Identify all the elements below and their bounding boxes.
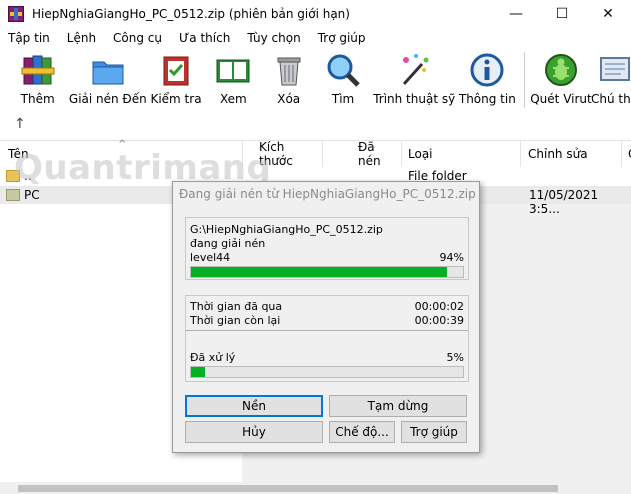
operation-status: đang giải nén [190, 237, 266, 250]
remaining-label: Thời gian còn lại [190, 314, 281, 327]
folder-icon [6, 189, 20, 201]
extraction-progress-dialog: Đang giải nén từ HiepNghiaGiangHo_PC_051… [172, 181, 480, 453]
menu-favorites[interactable]: Ưa thích [171, 31, 239, 45]
menu-tools[interactable]: Công cụ [105, 31, 171, 45]
pause-button[interactable]: Tạm dừng [329, 395, 467, 417]
window-title: HiepNghiaGiangHo_PC_0512.zip (phiên bản … [32, 7, 350, 21]
horizontal-scrollbar[interactable] [0, 482, 631, 494]
virus-scan-button[interactable]: Quét Virut [530, 50, 592, 110]
item-modified: 11/05/2021 3:5... [529, 188, 599, 216]
wizard-label: Trình thuật sỹ [373, 92, 456, 106]
extract-folder-icon [90, 52, 126, 88]
maximize-button[interactable]: ☐ [539, 0, 585, 28]
title-bar: HiepNghiaGiangHo_PC_0512.zip (phiên bản … [0, 0, 631, 28]
overall-progress-bar [190, 366, 464, 378]
menu-file[interactable]: Tập tin [0, 31, 59, 45]
mode-button[interactable]: Chế độ... [329, 421, 395, 443]
current-progress-fill [191, 267, 447, 277]
processed-percent: 5% [446, 351, 464, 364]
find-label: Tìm [331, 92, 355, 106]
wizard-button[interactable]: Trình thuật sỹ [372, 50, 457, 110]
menu-bar: Tập tin Lệnh Công cụ Ưa thích Tùy chọn T… [0, 28, 631, 48]
current-progress-bar [190, 266, 464, 278]
menu-commands[interactable]: Lệnh [59, 31, 105, 45]
overall-progress-fill [191, 367, 205, 377]
menu-options[interactable]: Tùy chọn [239, 31, 309, 45]
toolbar: Thêm Giải nén Đến Kiểm tra Xem Xóa Tìm T… [0, 50, 631, 114]
add-button[interactable]: Thêm [8, 50, 67, 110]
magnifier-icon [325, 52, 361, 88]
current-file-panel: G:\HiepNghiaGiangHo_PC_0512.zip đang giả… [185, 217, 469, 280]
delete-button[interactable]: Xóa [263, 50, 314, 110]
comment-button[interactable]: Chú th [591, 50, 631, 110]
column-modified[interactable]: Chỉnh sửa [520, 141, 622, 167]
cancel-button[interactable]: Hủy [185, 421, 323, 443]
add-books-icon [20, 52, 56, 88]
comment-icon [597, 52, 631, 88]
elapsed-label: Thời gian đã qua [190, 300, 283, 313]
processed-label: Đã xử lý [190, 351, 236, 364]
add-label: Thêm [20, 92, 55, 106]
menu-help[interactable]: Trợ giúp [310, 31, 375, 45]
view-button[interactable]: Xem [204, 50, 263, 110]
test-button[interactable]: Kiểm tra [148, 50, 203, 110]
toolbar-separator [523, 52, 525, 108]
column-crc[interactable]: C [620, 141, 631, 167]
virus-scan-icon [543, 52, 579, 88]
test-clipboard-icon [158, 52, 194, 88]
current-item: level44 [190, 251, 231, 264]
comment-label: Chú th [590, 92, 631, 106]
trash-icon [271, 52, 307, 88]
find-button[interactable]: Tìm [314, 50, 371, 110]
test-label: Kiểm tra [150, 92, 202, 106]
elapsed-value: 00:00:02 [414, 300, 464, 313]
info-label: Thông tin [458, 92, 516, 106]
extract-to-label: Giải nén Đến [68, 92, 147, 106]
info-button[interactable]: Thông tin [457, 50, 518, 110]
view-label: Xem [219, 92, 247, 106]
column-packed[interactable]: Đã nén [350, 140, 402, 168]
panel-divider [186, 330, 468, 331]
remaining-value: 00:00:39 [414, 314, 464, 327]
current-percent: 94% [439, 251, 464, 264]
overall-panel: Thời gian đã qua 00:00:02 Thời gian còn … [185, 295, 469, 382]
dialog-title: Đang giải nén từ HiepNghiaGiangHo_PC_051… [179, 187, 476, 201]
help-button[interactable]: Trợ giúp [401, 421, 467, 443]
minimize-button[interactable]: — [493, 0, 539, 28]
delete-label: Xóa [277, 92, 301, 106]
background-button[interactable]: Nền [185, 395, 323, 417]
close-button[interactable]: ✕ [585, 0, 631, 28]
wizard-wand-icon [396, 52, 432, 88]
item-name: PC [24, 188, 40, 202]
view-book-icon [215, 52, 251, 88]
winrar-app-icon [8, 6, 24, 22]
archive-path: G:\HiepNghiaGiangHo_PC_0512.zip [190, 223, 383, 236]
extract-to-button[interactable]: Giải nén Đến [67, 50, 148, 110]
scrollbar-thumb[interactable] [18, 485, 558, 492]
up-folder-icon[interactable]: ↑ [14, 116, 26, 132]
info-icon [469, 52, 505, 88]
navigation-row: ↑ [0, 114, 631, 138]
column-type[interactable]: Loại [400, 141, 521, 167]
virus-scan-label: Quét Virut [530, 92, 592, 106]
